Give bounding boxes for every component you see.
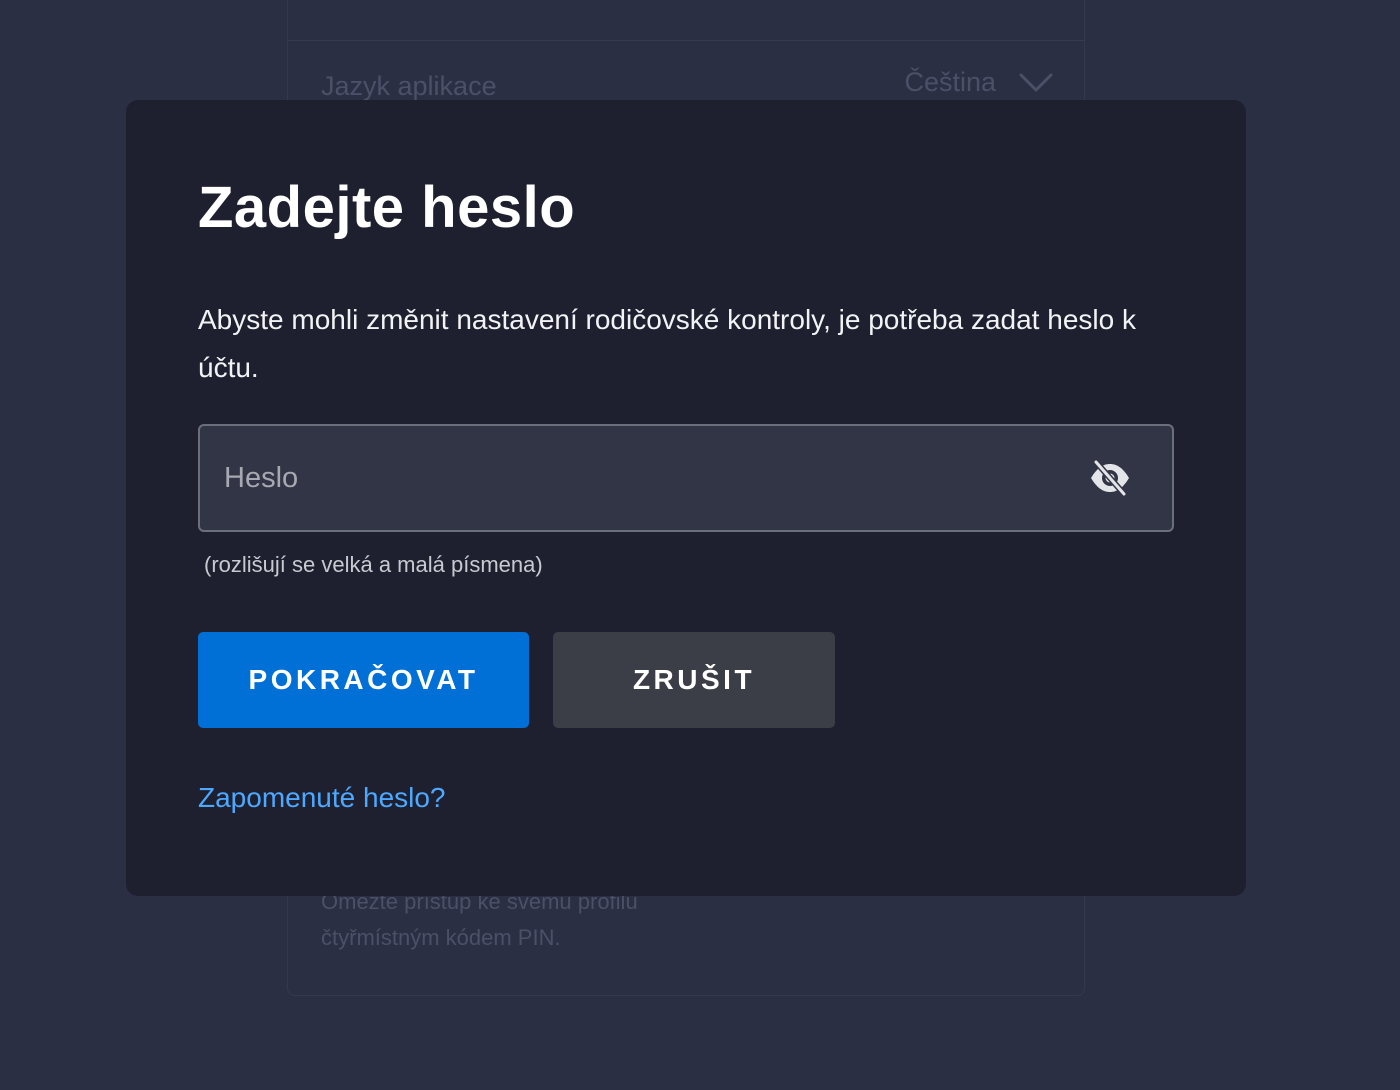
password-dialog: Zadejte heslo Abyste mohli změnit nastav… — [126, 100, 1246, 896]
chevron-down-icon[interactable] — [1018, 71, 1054, 95]
dialog-title: Zadejte heslo — [198, 175, 576, 240]
eye-slash-icon[interactable] — [1088, 456, 1132, 500]
password-field[interactable] — [198, 424, 1174, 532]
cancel-button[interactable]: ZRUŠIT — [553, 632, 835, 728]
app-language-label: Jazyk aplikace — [321, 71, 497, 101]
divider — [288, 40, 1084, 41]
case-sensitive-hint: (rozlišují se velká a malá písmena) — [204, 552, 543, 577]
page: Jazyk aplikace Čeština Omezte přístup ke… — [0, 0, 1400, 1090]
dialog-description: Abyste mohli změnit nastavení rodičovské… — [198, 304, 1136, 383]
app-language-value[interactable]: Čeština — [904, 67, 996, 98]
continue-button[interactable]: POKRAČOVAT — [198, 632, 529, 728]
password-input[interactable] — [200, 426, 1060, 530]
forgot-password-link[interactable]: Zapomenuté heslo? — [198, 782, 446, 814]
